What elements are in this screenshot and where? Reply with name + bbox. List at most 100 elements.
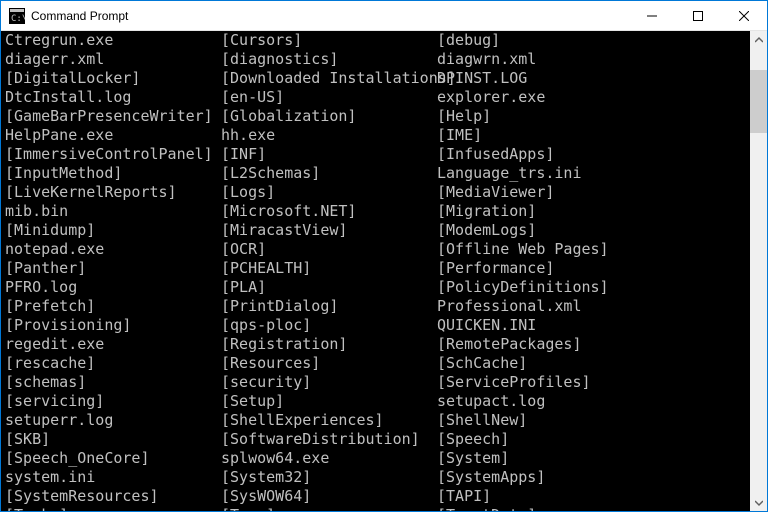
list-item: [Performance]	[437, 259, 750, 278]
list-item: [PolicyDefinitions]	[437, 278, 750, 297]
scrollbar[interactable]	[750, 31, 767, 511]
list-row: [ImmersiveControlPanel][INF][InfusedApps…	[5, 145, 750, 164]
list-item: [RemotePackages]	[437, 335, 750, 354]
list-item: [SysWOW64]	[221, 487, 437, 506]
list-item: [MediaViewer]	[437, 183, 750, 202]
scroll-thumb[interactable]	[750, 70, 767, 132]
list-item: [Help]	[437, 107, 750, 126]
list-item: [IME]	[437, 126, 750, 145]
list-item: [InputMethod]	[5, 164, 221, 183]
list-item: [servicing]	[5, 392, 221, 411]
list-item: [Resources]	[221, 354, 437, 373]
list-item: [Registration]	[221, 335, 437, 354]
list-item: [SystemResources]	[5, 487, 221, 506]
list-row: regedit.exe[Registration][RemotePackages…	[5, 335, 750, 354]
list-row: [DigitalLocker][Downloaded Installations…	[5, 69, 750, 88]
list-item: [diagnostics]	[221, 50, 437, 69]
list-item: system.ini	[5, 468, 221, 487]
list-row: [servicing][Setup]setupact.log	[5, 392, 750, 411]
list-item: [ModemLogs]	[437, 221, 750, 240]
scroll-up-button[interactable]	[750, 31, 767, 48]
list-item: [PLA]	[221, 278, 437, 297]
list-row: system.ini[System32][SystemApps]	[5, 468, 750, 487]
list-item: DPINST.LOG	[437, 69, 750, 88]
window-controls	[629, 1, 767, 30]
list-item: [Speech_OneCore]	[5, 449, 221, 468]
list-row: [schemas][security][ServiceProfiles]	[5, 373, 750, 392]
list-row: Ctregrun.exe[Cursors][debug]	[5, 31, 750, 50]
list-item: [MiracastView]	[221, 221, 437, 240]
list-item: QUICKEN.INI	[437, 316, 750, 335]
list-row: PFRO.log[PLA][PolicyDefinitions]	[5, 278, 750, 297]
list-item: hh.exe	[221, 126, 437, 145]
list-row: [Prefetch][PrintDialog]Professional.xml	[5, 297, 750, 316]
list-row: DtcInstall.log[en-US]explorer.exe	[5, 88, 750, 107]
list-item: [SKB]	[5, 430, 221, 449]
list-item: [PCHEALTH]	[221, 259, 437, 278]
list-row: mib.bin[Microsoft.NET][Migration]	[5, 202, 750, 221]
close-button[interactable]	[721, 1, 767, 30]
list-item: [ImmersiveControlPanel]	[5, 145, 221, 164]
list-item: [security]	[221, 373, 437, 392]
list-item: [SystemApps]	[437, 468, 750, 487]
list-item: Ctregrun.exe	[5, 31, 221, 50]
list-item: [Prefetch]	[5, 297, 221, 316]
scroll-track[interactable]	[750, 48, 767, 494]
list-item: Professional.xml	[437, 297, 750, 316]
list-item: [Setup]	[221, 392, 437, 411]
list-item: [rescache]	[5, 354, 221, 373]
list-item: Language_trs.ini	[437, 164, 750, 183]
minimize-button[interactable]	[629, 1, 675, 30]
list-row: notepad.exe[OCR][Offline Web Pages]	[5, 240, 750, 259]
list-row: [GameBarPresenceWriter][Globalization][H…	[5, 107, 750, 126]
list-item: [Minidump]	[5, 221, 221, 240]
list-row: [Minidump][MiracastView][ModemLogs]	[5, 221, 750, 240]
list-item: [Speech]	[437, 430, 750, 449]
list-item: PFRO.log	[5, 278, 221, 297]
list-item: [schemas]	[5, 373, 221, 392]
titlebar[interactable]: C:\ Command Prompt	[1, 1, 767, 31]
list-row: [Speech_OneCore]splwow64.exe[System]	[5, 449, 750, 468]
list-row: [rescache][Resources][SchCache]	[5, 354, 750, 373]
list-row: [SystemResources][SysWOW64][TAPI]	[5, 487, 750, 506]
list-item: HelpPane.exe	[5, 126, 221, 145]
scroll-down-button[interactable]	[750, 494, 767, 511]
maximize-button[interactable]	[675, 1, 721, 30]
list-item: splwow64.exe	[221, 449, 437, 468]
list-item: mib.bin	[5, 202, 221, 221]
list-item: [System32]	[221, 468, 437, 487]
list-row: diagerr.xml[diagnostics]diagwrn.xml	[5, 50, 750, 69]
list-item: explorer.exe	[437, 88, 750, 107]
list-item: [SchCache]	[437, 354, 750, 373]
list-item: [Provisioning]	[5, 316, 221, 335]
list-item: [Offline Web Pages]	[437, 240, 750, 259]
list-row: setuperr.log[ShellExperiences][ShellNew]	[5, 411, 750, 430]
list-item: DtcInstall.log	[5, 88, 221, 107]
list-item: [en-US]	[221, 88, 437, 107]
list-item: [ToastData]	[437, 506, 750, 511]
list-item: [Migration]	[437, 202, 750, 221]
list-row: [Tasks][Temp][ToastData]	[5, 506, 750, 511]
list-item: [Tasks]	[5, 506, 221, 511]
list-row: [Panther][PCHEALTH][Performance]	[5, 259, 750, 278]
list-item: regedit.exe	[5, 335, 221, 354]
list-item: [OCR]	[221, 240, 437, 259]
list-item: [Logs]	[221, 183, 437, 202]
list-item: setupact.log	[437, 392, 750, 411]
terminal-output[interactable]: Ctregrun.exe[Cursors][debug]diagerr.xml[…	[1, 31, 750, 511]
list-item: [DigitalLocker]	[5, 69, 221, 88]
list-item: [TAPI]	[437, 487, 750, 506]
list-row: [LiveKernelReports][Logs][MediaViewer]	[5, 183, 750, 202]
list-row: HelpPane.exehh.exe[IME]	[5, 126, 750, 145]
list-item: [Temp]	[221, 506, 437, 511]
list-item: [InfusedApps]	[437, 145, 750, 164]
list-item: notepad.exe	[5, 240, 221, 259]
list-item: [debug]	[437, 31, 750, 50]
terminal-area: Ctregrun.exe[Cursors][debug]diagerr.xml[…	[1, 31, 767, 511]
cmd-icon: C:\	[9, 8, 25, 24]
list-row: [InputMethod][L2Schemas]Language_trs.ini	[5, 164, 750, 183]
list-item: [ServiceProfiles]	[437, 373, 750, 392]
list-item: [ShellNew]	[437, 411, 750, 430]
list-item: [Microsoft.NET]	[221, 202, 437, 221]
list-item: diagerr.xml	[5, 50, 221, 69]
